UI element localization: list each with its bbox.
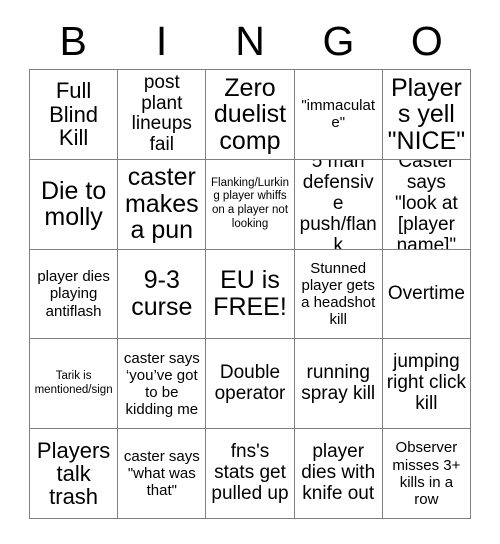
- bingo-cell-label: fns's stats get pulled up: [211, 441, 289, 505]
- bingo-cell-label: Players yell "NICE": [387, 73, 466, 155]
- bingo-header-letter-g: G: [322, 18, 355, 64]
- bingo-cell[interactable]: Overtime: [382, 249, 471, 340]
- bingo-cell-label: jumping right click kill: [386, 351, 466, 415]
- bingo-cell-label: player dies playing antiflash: [37, 268, 110, 320]
- bingo-cell-label: player dies with knife out: [301, 441, 376, 505]
- bingo-header-letter-i: I: [155, 18, 168, 64]
- bingo-cell[interactable]: fns's stats get pulled up: [206, 429, 295, 519]
- bingo-header-letter-n: N: [235, 18, 265, 64]
- bingo-cell-label: Stunned player gets a headshot kill: [301, 259, 376, 329]
- bingo-cell-label: 5 man defensive push/flank: [299, 159, 377, 250]
- bingo-cell[interactable]: post plant lineups fail: [118, 70, 207, 160]
- bingo-cell[interactable]: Players yell "NICE": [382, 70, 471, 160]
- bingo-cell-label: Caster says "look at [player name]": [395, 159, 458, 250]
- bingo-cell[interactable]: Zero duelist comp: [206, 70, 295, 160]
- bingo-card: B I N G O Full Blind Kill post plant lin…: [0, 0, 500, 544]
- bingo-cell[interactable]: caster says "what was that": [118, 429, 207, 519]
- bingo-cell-label: Observer misses 3+ kills in a row: [392, 439, 461, 508]
- bingo-cell-label: Tarik is mentioned/sign: [34, 369, 113, 396]
- bingo-cell[interactable]: Caster says "look at [player name]": [382, 159, 471, 250]
- bingo-cell-label: Overtime: [387, 282, 465, 304]
- bingo-cell[interactable]: 5 man defensive push/flank: [294, 159, 383, 250]
- bingo-cell-label: Players talk trash: [36, 437, 111, 510]
- bingo-cell[interactable]: jumping right click kill: [382, 339, 471, 430]
- bingo-cell[interactable]: Double operator: [206, 339, 295, 430]
- bingo-cell[interactable]: Tarik is mentioned/sign: [30, 339, 119, 430]
- bingo-cell[interactable]: "immaculate": [294, 70, 383, 160]
- bingo-cell-label: caster says "what was that": [123, 447, 200, 500]
- bingo-cell[interactable]: Die to molly: [30, 159, 119, 250]
- bingo-cell-label: post plant lineups fail: [131, 71, 192, 156]
- bingo-cell[interactable]: running spray kill: [294, 339, 383, 430]
- bingo-header-letter-b: B: [59, 18, 87, 64]
- bingo-cell-label: Flanking/Lurking player whiffs on a play…: [211, 176, 289, 230]
- bingo-cell[interactable]: 9-3 curse: [118, 249, 207, 340]
- bingo-cell[interactable]: player dies playing antiflash: [30, 249, 119, 340]
- bingo-header: B I N G O: [29, 14, 471, 69]
- bingo-cell[interactable]: Stunned player gets a headshot kill: [294, 249, 383, 340]
- bingo-grid: Full Blind Kill post plant lineups fail …: [29, 69, 471, 519]
- bingo-cell-label: Die to molly: [40, 176, 107, 232]
- bingo-cell[interactable]: Flanking/Lurking player whiffs on a play…: [206, 159, 295, 250]
- bingo-cell[interactable]: Observer misses 3+ kills in a row: [382, 429, 471, 519]
- bingo-cell[interactable]: caster says ‘you’ve got to be kidding me: [118, 339, 207, 430]
- bingo-cell[interactable]: Full Blind Kill: [30, 70, 119, 160]
- bingo-cell[interactable]: caster makes a pun: [118, 159, 207, 250]
- bingo-cell-label: "immaculate": [301, 97, 376, 132]
- bingo-header-letter-o: O: [410, 18, 443, 64]
- bingo-cell[interactable]: EU is FREE!: [206, 249, 295, 340]
- bingo-cell-label: running spray kill: [301, 361, 376, 404]
- bingo-cell-label: EU is FREE!: [213, 266, 287, 321]
- bingo-cell[interactable]: Players talk trash: [30, 429, 119, 519]
- bingo-cell-label: Zero duelist comp: [213, 73, 287, 155]
- bingo-cell-label: caster makes a pun: [124, 163, 199, 245]
- bingo-cell-label: caster says ‘you’ve got to be kidding me: [123, 349, 200, 418]
- bingo-cell-label: Double operator: [214, 361, 286, 404]
- bingo-cell-label: 9-3 curse: [131, 266, 193, 321]
- bingo-cell[interactable]: player dies with knife out: [294, 429, 383, 519]
- bingo-cell-label: Full Blind Kill: [49, 78, 99, 151]
